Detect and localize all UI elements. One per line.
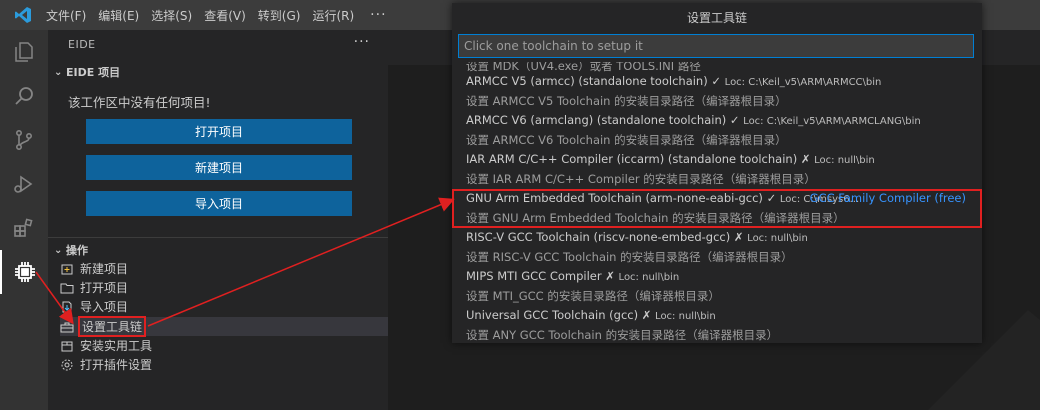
toolchain-location: Loc: null\bin <box>747 233 808 244</box>
menu-selection[interactable]: 选择(S) <box>151 7 192 24</box>
toolchain-description: 设置 ARMCC V5 Toolchain 的安装目录路径（编译器根目录） <box>466 94 787 108</box>
menu-more-icon[interactable]: ··· <box>370 7 386 23</box>
quick-pick-input[interactable]: Click one toolchain to setup it <box>458 34 974 58</box>
toolchain-item-riscv[interactable]: RISC-V GCC Toolchain (riscv-none-embed-g… <box>452 228 982 267</box>
toolchain-item-armcc-v6[interactable]: ARMCC V6 (armclang) (standalone toolchai… <box>452 111 982 150</box>
op-setup-toolchain[interactable]: 设置工具链 <box>60 316 388 337</box>
toolchain-list: 设置 MDK（UV4.exe）或者 TOOLS.INI 路径 ARMCC V5 … <box>452 62 982 343</box>
toolchain-tag: GCC Family Compiler (free) <box>809 191 966 205</box>
section-operations[interactable]: ⌄ 操作 <box>54 242 88 258</box>
toolchain-name: RISC-V GCC Toolchain (riscv-none-embed-g… <box>466 230 731 244</box>
op-import-project[interactable]: 导入项目 <box>60 297 388 316</box>
status-icon: ✗ <box>641 308 652 322</box>
section-label: 操作 <box>66 244 88 257</box>
toolchain-name: IAR ARM C/C++ Compiler (iccarm) (standal… <box>466 152 798 166</box>
source-control-icon[interactable] <box>0 118 48 162</box>
toolchain-item-gnu-arm[interactable]: GNU Arm Embedded Toolchain (arm-none-eab… <box>452 189 982 228</box>
folder-open-icon <box>60 281 74 295</box>
op-label: 导入项目 <box>80 300 129 314</box>
op-label: 新建项目 <box>80 262 129 276</box>
vscode-logo-icon <box>15 7 31 23</box>
toolchain-location: Loc: C:\Keil_v5\ARM\ARMCLANG\bin <box>743 116 921 127</box>
sidebar-title: EIDE <box>68 38 96 51</box>
import-icon <box>60 300 74 314</box>
op-label: 打开插件设置 <box>80 358 153 372</box>
toolchain-item-universal-gcc[interactable]: Universal GCC Toolchain (gcc) ✗ Loc: nul… <box>452 306 982 343</box>
toolchain-quick-pick: 设置工具链 Click one toolchain to setup it 设置… <box>452 3 982 343</box>
eide-sidebar: EIDE ··· ⌄ EIDE 项目 该工作区中没有任何项目! 打开项目 新建项… <box>48 30 388 410</box>
status-icon: ✓ <box>729 113 740 127</box>
run-debug-icon[interactable] <box>0 162 48 206</box>
toolchain-location: Loc: null\bin <box>655 311 716 322</box>
toolchain-description: 设置 MTI_GCC 的安装目录路径（编译器根目录） <box>466 289 720 303</box>
section-eide-projects[interactable]: ⌄ EIDE 项目 <box>54 64 120 80</box>
toolchain-description: 设置 GNU Arm Embedded Toolchain 的安装目录路径（编译… <box>466 211 845 225</box>
op-new-project[interactable]: 新建项目 <box>60 259 388 278</box>
toolchain-name: GNU Arm Embedded Toolchain (arm-none-eab… <box>466 191 763 205</box>
toolchain-name: ARMCC V5 (armcc) (standalone toolchain) <box>466 74 708 88</box>
new-project-button[interactable]: 新建项目 <box>86 155 352 180</box>
status-icon: ✓ <box>766 191 777 205</box>
status-icon: ✗ <box>605 269 615 283</box>
toolchain-name: Universal GCC Toolchain (gcc) <box>466 308 639 322</box>
import-project-button[interactable]: 导入项目 <box>86 191 352 216</box>
chevron-down-icon: ⌄ <box>54 66 63 78</box>
status-icon: ✗ <box>733 230 744 244</box>
op-label: 设置工具链 <box>77 316 147 337</box>
menu-bar: 文件(F) 编辑(E) 选择(S) 查看(V) 转到(G) 运行(R) ··· <box>46 0 387 30</box>
toolchain-description: 设置 IAR ARM C/C++ Compiler 的安装目录路径（编译器根目录… <box>466 172 816 186</box>
op-open-project[interactable]: 打开项目 <box>60 278 388 297</box>
activity-bar <box>0 30 48 410</box>
toolchain-description: 设置 ARMCC V6 Toolchain 的安装目录路径（编译器根目录） <box>466 133 787 147</box>
op-label: 打开项目 <box>80 281 129 295</box>
toolchain-location: Loc: null\bin <box>618 272 680 283</box>
search-icon[interactable] <box>0 74 48 118</box>
toolchain-name: MIPS MTI GCC Compiler <box>466 269 602 283</box>
toolbox-icon <box>60 320 74 334</box>
op-install-utility[interactable]: 安装实用工具 <box>60 336 388 355</box>
toolchain-location: Loc: C:\Keil_v5\ARM\ARMCC\bin <box>724 77 882 88</box>
menu-run[interactable]: 运行(R) <box>312 7 354 24</box>
section-label: EIDE 项目 <box>66 66 121 79</box>
sidebar-more-icon[interactable]: ··· <box>354 34 370 50</box>
quick-pick-title: 设置工具链 <box>686 10 747 25</box>
toolchain-item-armcc-v5[interactable]: ARMCC V5 (armcc) (standalone toolchain) … <box>452 72 982 111</box>
status-icon: ✗ <box>800 152 811 166</box>
chevron-down-icon: ⌄ <box>54 244 63 256</box>
menu-edit[interactable]: 编辑(E) <box>98 7 139 24</box>
toolchain-item-iar[interactable]: IAR ARM C/C++ Compiler (iccarm) (standal… <box>452 150 982 189</box>
toolchain-item-mips[interactable]: MIPS MTI GCC Compiler ✗ Loc: null\bin 设置… <box>452 267 982 306</box>
extensions-icon[interactable] <box>0 206 48 250</box>
eide-chip-icon[interactable] <box>0 250 48 294</box>
gear-icon <box>60 358 74 372</box>
menu-view[interactable]: 查看(V) <box>204 7 246 24</box>
toolchain-description: 设置 ANY GCC Toolchain 的安装目录路径（编译器根目录） <box>466 328 779 342</box>
new-project-icon <box>60 262 74 276</box>
empty-workspace-text: 该工作区中没有任何项目! <box>68 95 211 110</box>
explorer-icon[interactable] <box>0 30 48 74</box>
open-project-button[interactable]: 打开项目 <box>86 119 352 144</box>
menu-file[interactable]: 文件(F) <box>46 7 86 24</box>
package-icon <box>60 339 74 353</box>
status-icon: ✓ <box>711 74 722 88</box>
toolchain-location: Loc: null\bin <box>814 155 875 166</box>
toolchain-description: 设置 RISC-V GCC Toolchain 的安装目录路径（编译器根目录） <box>466 250 793 264</box>
op-open-settings[interactable]: 打开插件设置 <box>60 355 388 374</box>
op-label: 安装实用工具 <box>80 339 153 353</box>
menu-go[interactable]: 转到(G) <box>258 7 301 24</box>
toolchain-name: ARMCC V6 (armclang) (standalone toolchai… <box>466 113 727 127</box>
section-divider <box>48 237 388 238</box>
